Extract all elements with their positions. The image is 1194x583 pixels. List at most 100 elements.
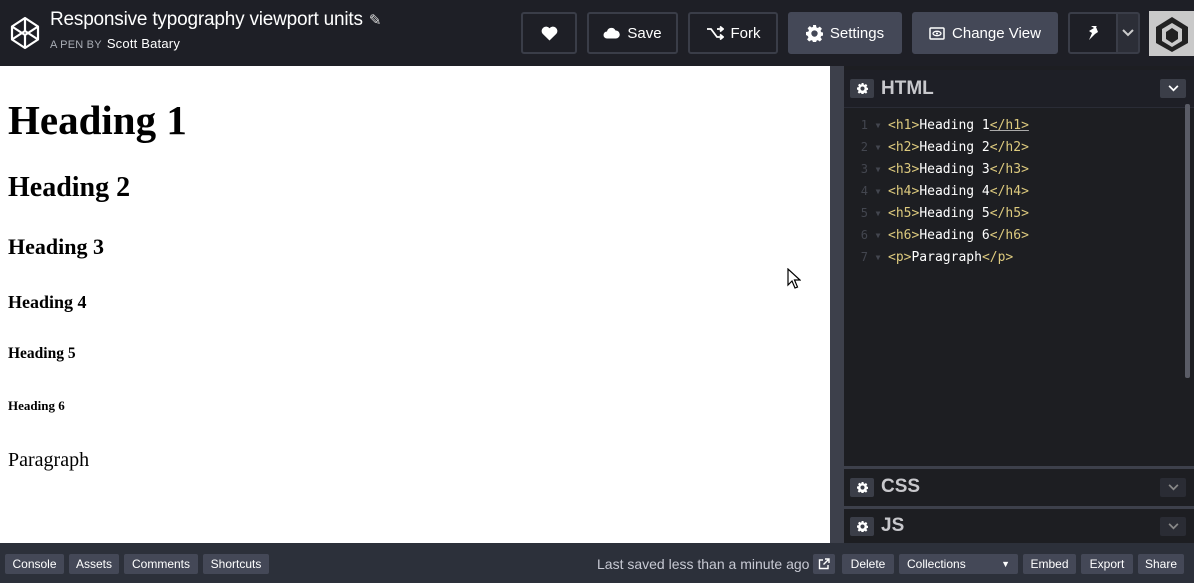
codepen-logo-icon[interactable] — [10, 16, 40, 50]
settings-label: Settings — [829, 24, 885, 42]
settings-button[interactable]: Settings — [788, 12, 902, 54]
chevron-down-icon — [1168, 85, 1178, 92]
css-editor-title: CSS — [881, 476, 921, 497]
pen-title[interactable]: Responsive typography viewport units ✎ — [50, 9, 381, 31]
code-close-tag: </h4> — [989, 183, 1029, 199]
gear-icon — [805, 24, 823, 42]
preview-heading-4: Heading 4 — [8, 292, 87, 312]
heart-icon — [541, 26, 557, 40]
fork-button[interactable]: Fork — [688, 12, 778, 54]
line-number: 4 — [860, 184, 868, 198]
user-avatar[interactable] — [1149, 11, 1194, 56]
code-line: 5 ▼ <h5> Heading 5 </h5> — [844, 202, 1029, 224]
export-button[interactable]: Export — [1081, 554, 1133, 574]
gear-icon — [856, 481, 868, 493]
pin-button[interactable] — [1068, 12, 1118, 54]
collections-dropdown[interactable]: Collections ▼ — [899, 554, 1018, 574]
assets-button[interactable]: Assets — [69, 554, 119, 574]
code-close-tag: </h1> — [989, 117, 1029, 133]
pin-icon — [1089, 26, 1098, 40]
code-text: Heading 5 — [919, 205, 990, 221]
preview-heading-6: Heading 6 — [8, 398, 65, 413]
html-collapse-button[interactable] — [1160, 79, 1186, 98]
css-collapse-button[interactable] — [1160, 477, 1186, 497]
css-editor-header[interactable]: CSS — [844, 466, 1194, 505]
fold-arrow-icon[interactable]: ▼ — [868, 143, 888, 152]
editor-column: HTML 1 ▼ <h1> Heading 1 </h1> 2 ▼ <h2> Heading … — [844, 66, 1194, 543]
line-number: 2 — [860, 140, 868, 154]
css-settings-button[interactable] — [850, 477, 874, 497]
fold-arrow-icon[interactable]: ▼ — [868, 253, 888, 262]
pencil-icon[interactable]: ✎ — [369, 11, 382, 29]
fork-icon — [706, 26, 724, 40]
shortcuts-button[interactable]: Shortcuts — [203, 554, 269, 574]
code-open-tag: <h1> — [888, 117, 920, 133]
heart-button[interactable] — [521, 12, 577, 54]
code-open-tag: <h6> — [888, 227, 920, 243]
gear-icon — [856, 520, 868, 532]
open-external-button[interactable] — [813, 554, 835, 574]
pen-title-block: Responsive typography viewport units ✎ A… — [50, 9, 381, 51]
chevron-down-icon — [1168, 483, 1178, 490]
fork-label: Fork — [730, 24, 761, 42]
js-editor-header[interactable]: JS — [844, 506, 1194, 543]
fold-arrow-icon[interactable]: ▼ — [868, 231, 888, 240]
js-settings-button[interactable] — [850, 516, 874, 536]
html-editor-scrollbar[interactable] — [1185, 104, 1190, 378]
share-button[interactable]: Share — [1138, 554, 1184, 574]
code-close-tag: </h6> — [989, 227, 1029, 243]
code-close-tag: </p> — [981, 249, 1014, 265]
fold-arrow-icon[interactable]: ▼ — [868, 187, 888, 196]
code-open-tag: <p> — [888, 249, 912, 265]
js-collapse-button[interactable] — [1160, 516, 1186, 536]
preview-heading-3: Heading 3 — [8, 234, 104, 259]
pen-title-text: Responsive typography viewport units — [50, 9, 363, 30]
chevron-down-icon — [1168, 522, 1178, 529]
change-view-button[interactable]: Change View — [912, 12, 1058, 54]
external-link-icon — [818, 558, 830, 570]
preview-paragraph: Paragraph — [8, 449, 90, 471]
comments-button[interactable]: Comments — [124, 554, 198, 574]
code-line: 2 ▼ <h2> Heading 2 </h2> — [844, 136, 1029, 158]
console-button[interactable]: Console — [5, 554, 64, 574]
collections-label: Collections — [907, 557, 966, 571]
code-text: Heading 1 — [919, 117, 990, 133]
embed-button[interactable]: Embed — [1023, 554, 1076, 574]
code-line: 7 ▼ <p> Paragraph </p> — [844, 246, 1013, 268]
code-close-tag: </h5> — [989, 205, 1029, 221]
mouse-cursor-icon — [787, 268, 801, 289]
code-line: 1 ▼ <h1> Heading 1 </h1> — [844, 114, 1029, 136]
js-editor-title: JS — [881, 515, 905, 536]
code-line: 6 ▼ <h6> Heading 6 </h6> — [844, 224, 1029, 246]
code-open-tag: <h4> — [888, 183, 920, 199]
html-settings-button[interactable] — [850, 79, 874, 98]
header: Responsive typography viewport units ✎ A… — [0, 0, 1194, 66]
save-button[interactable]: Save — [587, 12, 678, 54]
line-number: 5 — [860, 206, 868, 220]
preview-heading-1: Heading 1 — [8, 97, 187, 143]
html-editor-header[interactable]: HTML — [844, 70, 1194, 108]
code-close-tag: </h2> — [989, 139, 1029, 155]
eye-window-icon — [929, 26, 945, 40]
delete-button[interactable]: Delete — [842, 554, 894, 574]
code-open-tag: <h2> — [888, 139, 920, 155]
html-code-editor[interactable]: 1 ▼ <h1> Heading 1 </h1> 2 ▼ <h2> Heading 2 </h2… — [844, 108, 1184, 464]
fold-arrow-icon[interactable]: ▼ — [868, 165, 888, 174]
code-text: Heading 2 — [919, 139, 990, 155]
preview-heading-5: Heading 5 — [8, 345, 76, 362]
pane-resizer-handle[interactable] — [830, 66, 844, 543]
gear-icon — [856, 83, 868, 94]
code-line: 4 ▼ <h4> Heading 4 </h4> — [844, 180, 1029, 202]
avatar-image-icon — [1155, 16, 1188, 52]
code-text: Heading 3 — [919, 161, 990, 177]
footer-bar: Console Assets Comments Shortcuts Last s… — [0, 543, 1194, 583]
fold-arrow-icon[interactable]: ▼ — [868, 209, 888, 218]
fold-arrow-icon[interactable]: ▼ — [868, 121, 888, 130]
last-saved-status: Last saved less than a minute ago — [597, 556, 810, 572]
code-text: Heading 6 — [919, 227, 990, 243]
pin-dropdown-button[interactable] — [1116, 12, 1140, 54]
line-number: 1 — [860, 118, 868, 132]
author-link[interactable]: Scott Batary — [107, 36, 180, 51]
line-number: 3 — [860, 162, 868, 176]
chevron-down-icon — [1122, 29, 1134, 37]
